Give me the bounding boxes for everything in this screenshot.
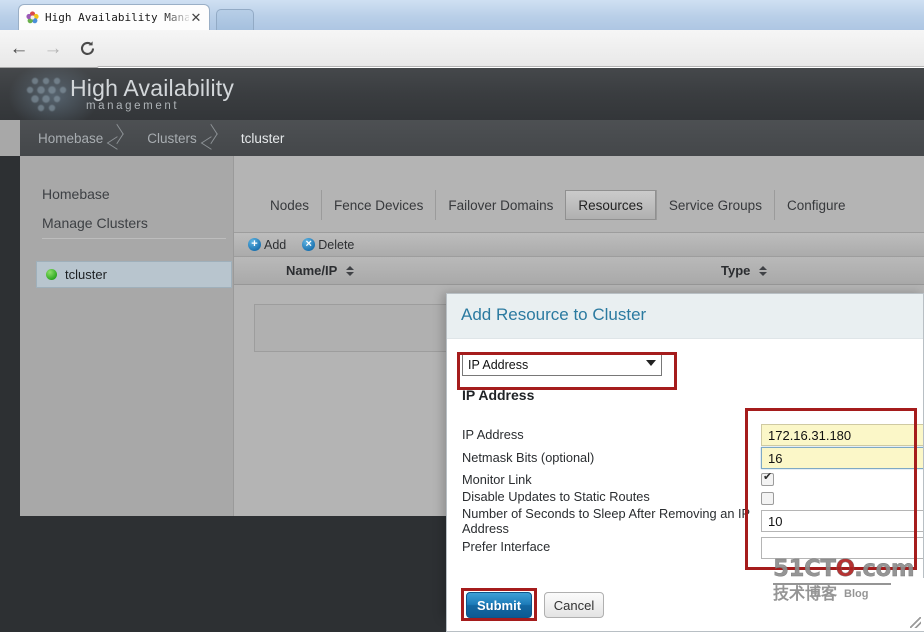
- reload-icon[interactable]: [72, 34, 102, 64]
- resource-type-selected-label: IP Address: [468, 358, 529, 372]
- browser-tab-title: High Availability Manag: [45, 11, 189, 24]
- resize-grip-icon[interactable]: [910, 617, 921, 628]
- delete-button-label: Delete: [318, 237, 355, 252]
- sleep-seconds-input[interactable]: 10: [761, 510, 923, 532]
- delete-button[interactable]: × Delete: [302, 238, 354, 252]
- label-sleep-seconds: Number of Seconds to Sleep After Removin…: [462, 506, 750, 536]
- dialog-title: Add Resource to Cluster: [461, 305, 647, 324]
- label-prefer-interface: Prefer Interface: [462, 539, 551, 554]
- pinwheel-favicon: [25, 10, 40, 25]
- ip-address-input[interactable]: 172.16.31.180: [761, 424, 923, 446]
- browser-tab[interactable]: High Availability Manag ✕: [18, 4, 210, 30]
- sidebar-item-manage-clusters[interactable]: Manage Clusters: [42, 215, 148, 231]
- sort-arrows-icon: [759, 265, 768, 277]
- sidebar-divider: [42, 238, 226, 239]
- chevron-right-icon: [107, 120, 129, 156]
- chevron-right-icon: [201, 120, 223, 156]
- tab-failover-domains[interactable]: Failover Domains: [435, 190, 565, 220]
- breadcrumb-item-homebase[interactable]: Homebase: [20, 131, 107, 146]
- column-header-type-label: Type: [721, 263, 751, 278]
- forward-arrow-icon[interactable]: →: [38, 34, 68, 64]
- label-ip-address: IP Address: [462, 427, 524, 442]
- sort-arrows-icon: [346, 265, 355, 277]
- tab-configure[interactable]: Configure: [773, 190, 858, 220]
- chevron-down-icon: [646, 360, 656, 366]
- breadcrumb: Homebase Clusters tcluster: [20, 120, 924, 156]
- submit-button[interactable]: Submit: [466, 592, 532, 618]
- close-icon[interactable]: ✕: [189, 11, 203, 24]
- resource-type-select[interactable]: IP Address: [462, 354, 662, 376]
- breadcrumb-item-tcluster: tcluster: [240, 130, 285, 146]
- sidebar-item-homebase[interactable]: Homebase: [42, 186, 110, 202]
- x-circle-icon: ×: [302, 238, 316, 251]
- back-arrow-icon[interactable]: ←: [4, 34, 34, 64]
- disable-static-routes-checkbox[interactable]: [761, 492, 774, 505]
- label-netmask-bits: Netmask Bits (optional): [462, 450, 595, 465]
- left-edge-strip: [0, 156, 20, 516]
- tab-fence-devices[interactable]: Fence Devices: [321, 190, 435, 220]
- sidebar-item-tcluster[interactable]: tcluster: [36, 261, 232, 288]
- resources-table-header: Name/IP Type: [234, 257, 924, 285]
- tab-service-groups[interactable]: Service Groups: [655, 190, 774, 220]
- label-monitor-link: Monitor Link: [462, 472, 532, 487]
- dialog-section-title: IP Address: [462, 387, 535, 403]
- column-header-name-ip-label: Name/IP: [286, 263, 338, 278]
- netmask-bits-input[interactable]: 16: [761, 447, 923, 469]
- resources-toolbar: + Add × Delete: [234, 232, 924, 257]
- label-disable-static-routes: Disable Updates to Static Routes: [462, 489, 650, 504]
- monitor-link-checkbox[interactable]: [761, 471, 774, 486]
- column-header-type[interactable]: Type: [721, 263, 768, 278]
- app-brand-subtitle: management: [86, 100, 180, 112]
- sidebar-cluster-label: tcluster: [65, 267, 107, 282]
- add-button[interactable]: + Add: [248, 238, 286, 252]
- cancel-button[interactable]: Cancel: [544, 592, 604, 618]
- browser-toolbar: ← → ✕ https://172.16.31.12:8084/cluster/…: [0, 30, 924, 91]
- browser-tab-strip: High Availability Manag ✕: [0, 0, 924, 30]
- tab-nodes[interactable]: Nodes: [258, 190, 321, 220]
- status-online-icon: [46, 269, 57, 280]
- add-resource-dialog: Add Resource to Cluster IP Address IP Ad…: [446, 293, 924, 618]
- add-button-label: Add: [264, 237, 287, 252]
- app-brand-title: High Availability: [70, 75, 235, 101]
- new-tab-button[interactable]: [216, 9, 254, 30]
- breadcrumb-item-clusters[interactable]: Clusters: [129, 131, 201, 146]
- prefer-interface-input[interactable]: [761, 537, 923, 559]
- bottom-strip: [0, 516, 446, 632]
- content-tab-bar: Nodes Fence Devices Failover Domains Res…: [258, 190, 858, 220]
- plus-circle-icon: +: [248, 238, 261, 251]
- sidebar: Homebase Manage Clusters tcluster: [20, 156, 233, 516]
- app-header: High Availability management: [0, 68, 924, 120]
- tab-resources[interactable]: Resources: [565, 190, 656, 220]
- browser-window: High Availability Manag ✕ ← → ✕ https://…: [0, 0, 924, 632]
- column-header-name-ip[interactable]: Name/IP: [286, 263, 355, 278]
- dialog-header: Add Resource to Cluster: [447, 294, 923, 339]
- cluster-dots-logo-icon: [26, 74, 72, 116]
